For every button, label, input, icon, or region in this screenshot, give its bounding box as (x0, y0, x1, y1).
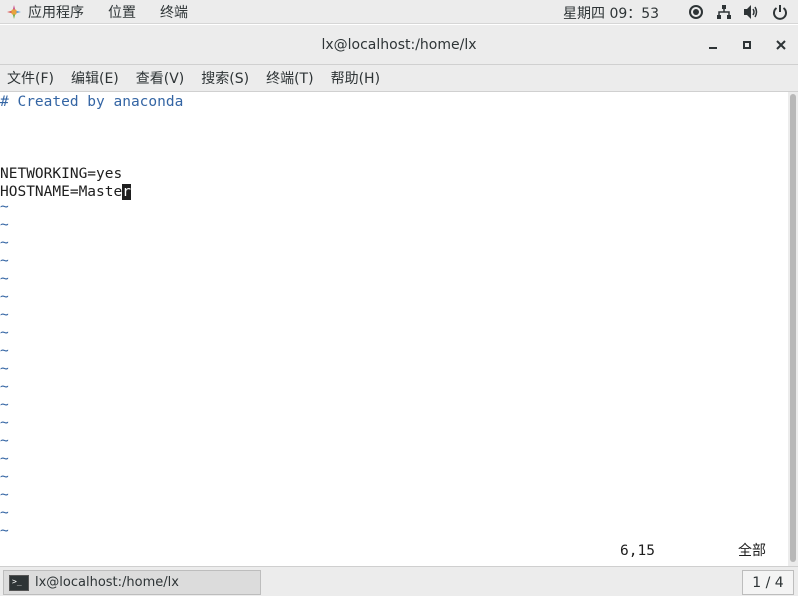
hostname-text: HOSTNAME=Maste (0, 184, 123, 200)
maximize-button[interactable] (730, 25, 764, 65)
terminal-app-menu[interactable]: 终端 (160, 2, 188, 22)
top-panel: 应用程序 位置 终端 星期四 09：53 (0, 0, 798, 24)
empty-line-marker: ~ (0, 415, 9, 431)
terminal-scrollbar[interactable] (788, 92, 798, 566)
window-controls (696, 25, 798, 65)
hostname-line: HOSTNAME=Master (0, 183, 131, 201)
empty-line-marker: ~ (0, 307, 9, 323)
comment-line: # Created by anaconda (0, 94, 184, 110)
display-brightness-icon[interactable] (686, 2, 706, 22)
window-title: lx@localhost:/home/lx (321, 36, 477, 53)
empty-line-marker: ~ (0, 271, 9, 287)
clock[interactable]: 星期四 09：53 (563, 3, 659, 23)
places-menu[interactable]: 位置 (108, 2, 136, 22)
empty-line-marker: ~ (0, 199, 9, 215)
empty-line-marker: ~ (0, 343, 9, 359)
scrollbar-thumb[interactable] (790, 94, 796, 562)
empty-line-marker: ~ (0, 217, 9, 233)
empty-line-marker: ~ (0, 433, 9, 449)
menu-terminal[interactable]: 终端(T) (266, 68, 313, 88)
network-wired-icon[interactable] (714, 2, 734, 22)
text-cursor: r (122, 184, 131, 200)
menu-edit[interactable]: 编辑(E) (71, 68, 119, 88)
minimize-button[interactable] (696, 25, 730, 65)
networking-line: NETWORKING=yes (0, 166, 123, 182)
menubar: 文件(F) 编辑(E) 查看(V) 搜索(S) 终端(T) 帮助(H) (0, 65, 798, 92)
empty-line-marker: ~ (0, 289, 9, 305)
empty-line-marker: ~ (0, 379, 9, 395)
empty-line-marker: ~ (0, 523, 9, 539)
empty-line-marker: ~ (0, 505, 9, 521)
scroll-scope: 全部 (738, 543, 766, 559)
workspace-switcher[interactable]: 1 / 4 (742, 570, 794, 595)
taskbar-window-button[interactable]: >_ lx@localhost:/home/lx (3, 570, 261, 595)
cursor-position: 6,15 (620, 543, 655, 559)
taskbar-window-label: lx@localhost:/home/lx (35, 575, 179, 590)
close-button[interactable] (764, 25, 798, 65)
applications-icon (6, 4, 22, 20)
menu-help[interactable]: 帮助(H) (331, 68, 380, 88)
empty-line-marker: ~ (0, 325, 9, 341)
volume-icon[interactable] (742, 2, 762, 22)
menu-search[interactable]: 搜索(S) (201, 68, 249, 88)
terminal-view[interactable]: # Created by anaconda NETWORKING=yes HOS… (0, 92, 788, 566)
applications-menu[interactable]: 应用程序 (6, 2, 108, 22)
applications-label: 应用程序 (28, 4, 84, 21)
empty-line-marker: ~ (0, 451, 9, 467)
menu-file[interactable]: 文件(F) (7, 68, 54, 88)
empty-line-marker: ~ (0, 469, 9, 485)
power-icon[interactable] (770, 2, 790, 22)
system-tray[interactable] (678, 2, 790, 22)
empty-line-marker: ~ (0, 487, 9, 503)
window-titlebar[interactable]: lx@localhost:/home/lx (0, 25, 798, 65)
terminal-icon: >_ (9, 574, 29, 591)
bottom-taskbar: >_ lx@localhost:/home/lx 1 / 4 (0, 566, 798, 596)
empty-line-marker: ~ (0, 253, 9, 269)
empty-line-marker: ~ (0, 235, 9, 251)
menu-view[interactable]: 查看(V) (136, 68, 185, 88)
empty-line-marker: ~ (0, 361, 9, 377)
empty-line-marker: ~ (0, 397, 9, 413)
